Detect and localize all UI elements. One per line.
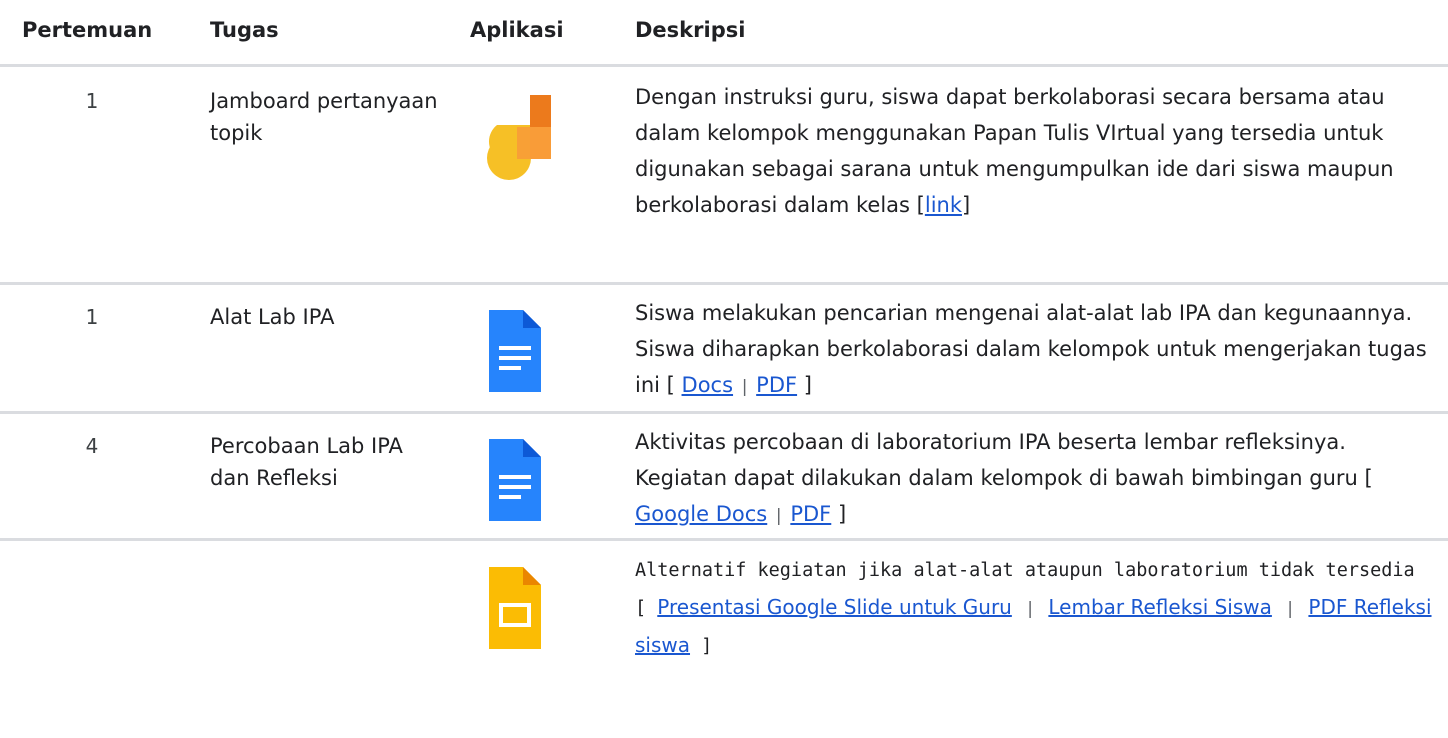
task-name: Percobaan Lab IPA dan Refleksi xyxy=(210,434,403,490)
task-name: Jamboard pertanyaan topik xyxy=(210,89,438,145)
header-description: Deskripsi xyxy=(635,18,746,42)
description-text: Dengan instruksi guru, siswa dapat berko… xyxy=(635,85,1394,217)
description-end: ] xyxy=(797,373,812,397)
task-description: Alternatif kegiatan jika alat-alat ataup… xyxy=(635,553,1435,665)
task-name: Alat Lab IPA xyxy=(210,305,335,329)
table-row: Alternatif kegiatan jika alat-alat ataup… xyxy=(0,541,1448,681)
reflection-sheet-link[interactable]: Lembar Refleksi Siswa xyxy=(1048,595,1272,619)
google-docs-link[interactable]: Google Docs xyxy=(635,502,767,526)
table-row: 4 Percobaan Lab IPA dan Refleksi Aktivit… xyxy=(0,414,1448,541)
header-meeting: Pertemuan xyxy=(22,18,153,42)
task-description: Dengan instruksi guru, siswa dapat berko… xyxy=(635,79,1435,223)
assignment-table: Pertemuan Tugas Aplikasi Deskripsi 1 Jam… xyxy=(0,0,1448,681)
description-text: Siswa melakukan pencarian mengenai alat-… xyxy=(635,301,1427,397)
meeting-number: 1 xyxy=(85,89,99,113)
docs-link[interactable]: Docs xyxy=(682,373,734,397)
jamboard-icon xyxy=(485,95,555,185)
google-docs-icon xyxy=(485,435,555,525)
description-end: ] xyxy=(962,193,971,217)
link-separator: | xyxy=(775,506,782,526)
link-separator: | xyxy=(1024,599,1036,619)
pdf-link[interactable]: PDF xyxy=(790,502,831,526)
presentation-link[interactable]: Presentasi Google Slide untuk Guru xyxy=(657,595,1012,619)
header-task: Tugas xyxy=(210,18,279,42)
description-end: ] xyxy=(831,502,847,526)
meeting-number: 1 xyxy=(85,305,99,329)
meeting-number: 4 xyxy=(85,434,99,458)
description-text: Aktivitas percobaan di laboratorium IPA … xyxy=(635,430,1373,490)
link-separator: | xyxy=(741,377,748,397)
link-separator: | xyxy=(1285,599,1296,619)
google-slides-icon xyxy=(485,563,555,653)
table-row: 1 Jamboard pertanyaan topik Dengan instr… xyxy=(0,67,1448,285)
google-docs-icon xyxy=(485,306,555,396)
pdf-link[interactable]: PDF xyxy=(756,373,797,397)
jamboard-link[interactable]: link xyxy=(925,193,962,217)
header-app: Aplikasi xyxy=(470,18,564,42)
table-header: Pertemuan Tugas Aplikasi Deskripsi xyxy=(0,0,1448,67)
table-row: 1 Alat Lab IPA Siswa melakukan pencarian… xyxy=(0,285,1448,414)
task-description: Aktivitas percobaan di laboratorium IPA … xyxy=(635,424,1435,534)
task-description: Siswa melakukan pencarian mengenai alat-… xyxy=(635,295,1435,405)
description-end: ] xyxy=(690,636,713,657)
